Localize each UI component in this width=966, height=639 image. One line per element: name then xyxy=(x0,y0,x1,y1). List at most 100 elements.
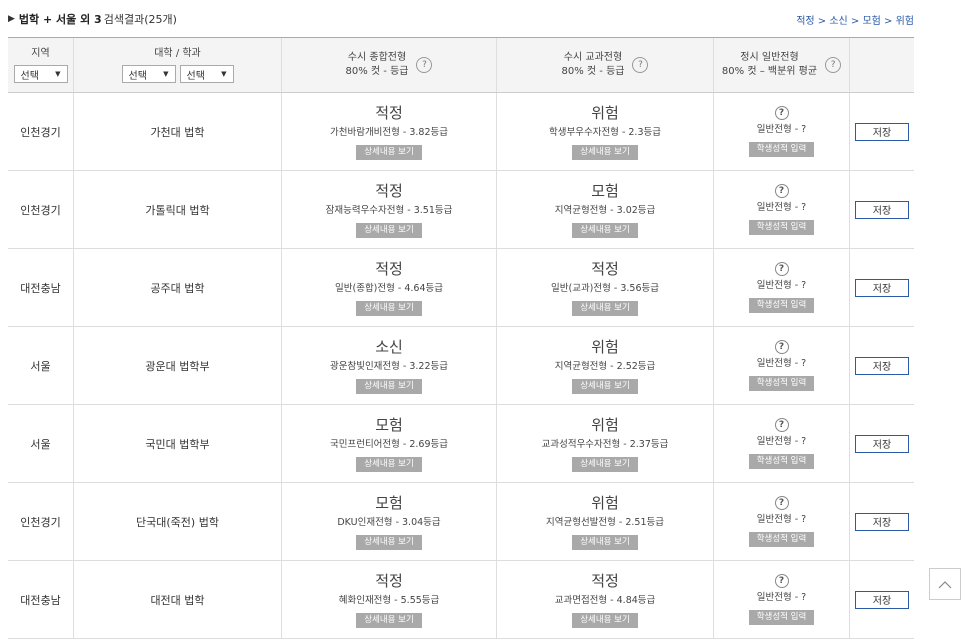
help-icon[interactable]: ? xyxy=(825,57,842,73)
view-detail-button[interactable]: 상세내용 보기 xyxy=(356,535,422,550)
question-icon: ? xyxy=(774,262,789,276)
save-cell: 저장 xyxy=(850,327,914,404)
enter-grades-button[interactable]: 학생성적 입력 xyxy=(748,454,815,469)
regular-cell: ? 일반전형 - ? 학생성적 입력 xyxy=(714,561,850,638)
regular-detail: 일반전형 - ? xyxy=(756,514,807,525)
region-select[interactable]: 선택 ▼ xyxy=(13,65,68,83)
question-icon: ? xyxy=(774,340,789,354)
university-name: 광운대 법학부 xyxy=(145,359,210,373)
university-name: 공주대 법학 xyxy=(150,281,205,295)
region-text: 인천경기 xyxy=(20,515,61,529)
save-button[interactable]: 저장 xyxy=(855,590,909,609)
regular-detail: 일반전형 - ? xyxy=(756,124,807,135)
enter-grades-button[interactable]: 학생성적 입력 xyxy=(748,532,815,547)
table-row: 서울 광운대 법학부 소신 광운참빛인재전형 - 3.22등급 상세내용 보기 위험 지역균… xyxy=(8,327,914,405)
view-detail-button[interactable]: 상세내용 보기 xyxy=(356,145,422,160)
question-icon: ? xyxy=(774,106,789,120)
question-icon: ? xyxy=(774,574,789,588)
save-cell: 저장 xyxy=(850,483,914,560)
region-text: 서울 xyxy=(30,437,51,451)
university-cell: 공주대 법학 xyxy=(74,249,282,326)
header-region: 지역 선택 ▼ xyxy=(8,38,74,92)
subject-result: 위험 xyxy=(591,494,619,512)
save-button[interactable]: 저장 xyxy=(855,200,909,219)
comprehensive-cell: 적정 일반(종합)전형 - 4.64등급 상세내용 보기 xyxy=(282,249,497,326)
view-detail-button[interactable]: 상세내용 보기 xyxy=(572,457,638,472)
subject-detail: 지역균형전형 - 2.52등급 xyxy=(554,361,656,372)
view-detail-button[interactable]: 상세내용 보기 xyxy=(572,613,638,628)
university-select-value: 선택 xyxy=(128,70,147,82)
comprehensive-result: 적정 xyxy=(375,182,403,200)
region-cell: 대전충남 xyxy=(8,561,74,638)
subject-result: 모험 xyxy=(591,182,619,200)
enter-grades-button[interactable]: 학생성적 입력 xyxy=(748,142,815,157)
header-comprehensive: 수시 종합전형 80% 컷 - 등급 ? xyxy=(282,38,497,92)
regular-detail: 일반전형 - ? xyxy=(756,202,807,213)
subject-cell: 위험학생부우수자전형 - 2.3등급상세내용 보기 xyxy=(497,93,714,170)
regular-cell: ? 일반전형 - ? 학생성적 입력 xyxy=(714,93,850,170)
view-detail-button[interactable]: 상세내용 보기 xyxy=(572,379,638,394)
comprehensive-detail: 가천바람개비전형 - 3.82등급 xyxy=(329,127,449,138)
university-select[interactable]: 선택 ▼ xyxy=(121,65,176,83)
comprehensive-detail: 혜화인재전형 - 5.55등급 xyxy=(338,595,440,606)
question-icon: ? xyxy=(774,418,789,432)
regular-detail: 일반전형 - ? xyxy=(756,592,807,603)
subject-detail: 일반(교과)전형 - 3.56등급 xyxy=(551,283,659,294)
header-regular: 정시 일반전형 80% 컷 – 백분위 평균 ? xyxy=(714,38,850,92)
header-university: 대학 / 학과 선택 ▼ 선택 ▼ xyxy=(74,38,282,92)
comprehensive-header-title: 수시 종합전형 xyxy=(347,52,407,63)
department-select[interactable]: 선택 ▼ xyxy=(179,65,234,83)
comprehensive-cell: 모험 국민프런티어전형 - 2.69등급 상세내용 보기 xyxy=(282,405,497,482)
subject-cell: 위험 교과성적우수자전형 - 2.37등급 상세내용 보기 xyxy=(497,405,714,482)
comprehensive-detail: 잠재능력우수자전형 - 3.51등급 xyxy=(325,205,453,216)
subject-result: 적정 xyxy=(591,260,619,278)
comprehensive-cell: 적정 혜화인재전형 - 5.55등급 상세내용 보기 xyxy=(282,561,497,638)
university-selects: 선택 ▼ 선택 ▼ xyxy=(121,61,234,83)
enter-grades-button[interactable]: 학생성적 입력 xyxy=(748,298,815,313)
view-detail-button[interactable]: 상세내용 보기 xyxy=(356,613,422,628)
view-detail-button[interactable]: 상세내용 보기 xyxy=(572,145,638,160)
save-button[interactable]: 저장 xyxy=(855,122,909,141)
region-cell: 인천경기 xyxy=(8,483,74,560)
subject-cell: 위험 지역균형선발전형 - 2.51등급 상세내용 보기 xyxy=(497,483,714,560)
subject-header-title: 수시 교과전형 xyxy=(563,52,623,63)
subject-detail: 학생부우수자전형 - 2.3등급 xyxy=(549,127,661,138)
view-detail-button[interactable]: 상세내용 보기 xyxy=(572,301,638,316)
view-detail-button[interactable]: 상세내용 보기 xyxy=(356,457,422,472)
header-save xyxy=(850,38,914,92)
view-detail-button[interactable]: 상세내용 보기 xyxy=(572,223,638,238)
caret-down-icon: ▼ xyxy=(163,70,169,78)
save-button[interactable]: 저장 xyxy=(855,356,909,375)
subject-result: 위험 xyxy=(591,104,619,122)
save-cell: 저장 xyxy=(850,93,914,170)
enter-grades-button[interactable]: 학생성적 입력 xyxy=(748,220,815,235)
save-button[interactable]: 저장 xyxy=(855,434,909,453)
view-detail-button[interactable]: 상세내용 보기 xyxy=(356,379,422,394)
enter-grades-button[interactable]: 학생성적 입력 xyxy=(748,376,815,391)
save-button[interactable]: 저장 xyxy=(855,278,909,297)
university-cell: 단국대(죽전) 법학 xyxy=(74,483,282,560)
view-detail-button[interactable]: 상세내용 보기 xyxy=(572,535,638,550)
view-detail-button[interactable]: 상세내용 보기 xyxy=(356,223,422,238)
regular-cell: ? 일반전형 - ? 학생성적 입력 xyxy=(714,483,850,560)
help-icon[interactable]: ? xyxy=(416,57,433,73)
search-count-text: 검색결과(25개) xyxy=(103,13,177,26)
region-cell: 인천경기 xyxy=(8,171,74,248)
subject-result: 위험 xyxy=(591,338,619,356)
subject-detail: 교과성적우수자전형 - 2.37등급 xyxy=(541,439,669,450)
region-text: 서울 xyxy=(30,359,51,373)
university-cell: 광운대 법학부 xyxy=(74,327,282,404)
help-icon[interactable]: ? xyxy=(632,57,649,73)
comprehensive-result: 모험 xyxy=(375,494,403,512)
save-cell: 저장 xyxy=(850,405,914,482)
region-cell: 서울 xyxy=(8,327,74,404)
table-body: 인천경기 가천대 법학 적정 가천바람개비전형 - 3.82등급 상세내용 보기 위험 학생… xyxy=(8,93,914,639)
header-subject: 수시 교과전형 80% 컷 - 등급 ? xyxy=(497,38,714,92)
regular-cell: ? 일반전형 - ? 학생성적 입력 xyxy=(714,249,850,326)
search-filter-text: 법학 + 서울 외 3 xyxy=(18,13,102,26)
view-detail-button[interactable]: 상세내용 보기 xyxy=(356,301,422,316)
scroll-to-top-button[interactable] xyxy=(929,568,961,600)
university-name: 대전대 법학 xyxy=(150,593,205,607)
region-cell: 서울 xyxy=(8,405,74,482)
save-button[interactable]: 저장 xyxy=(855,512,909,531)
